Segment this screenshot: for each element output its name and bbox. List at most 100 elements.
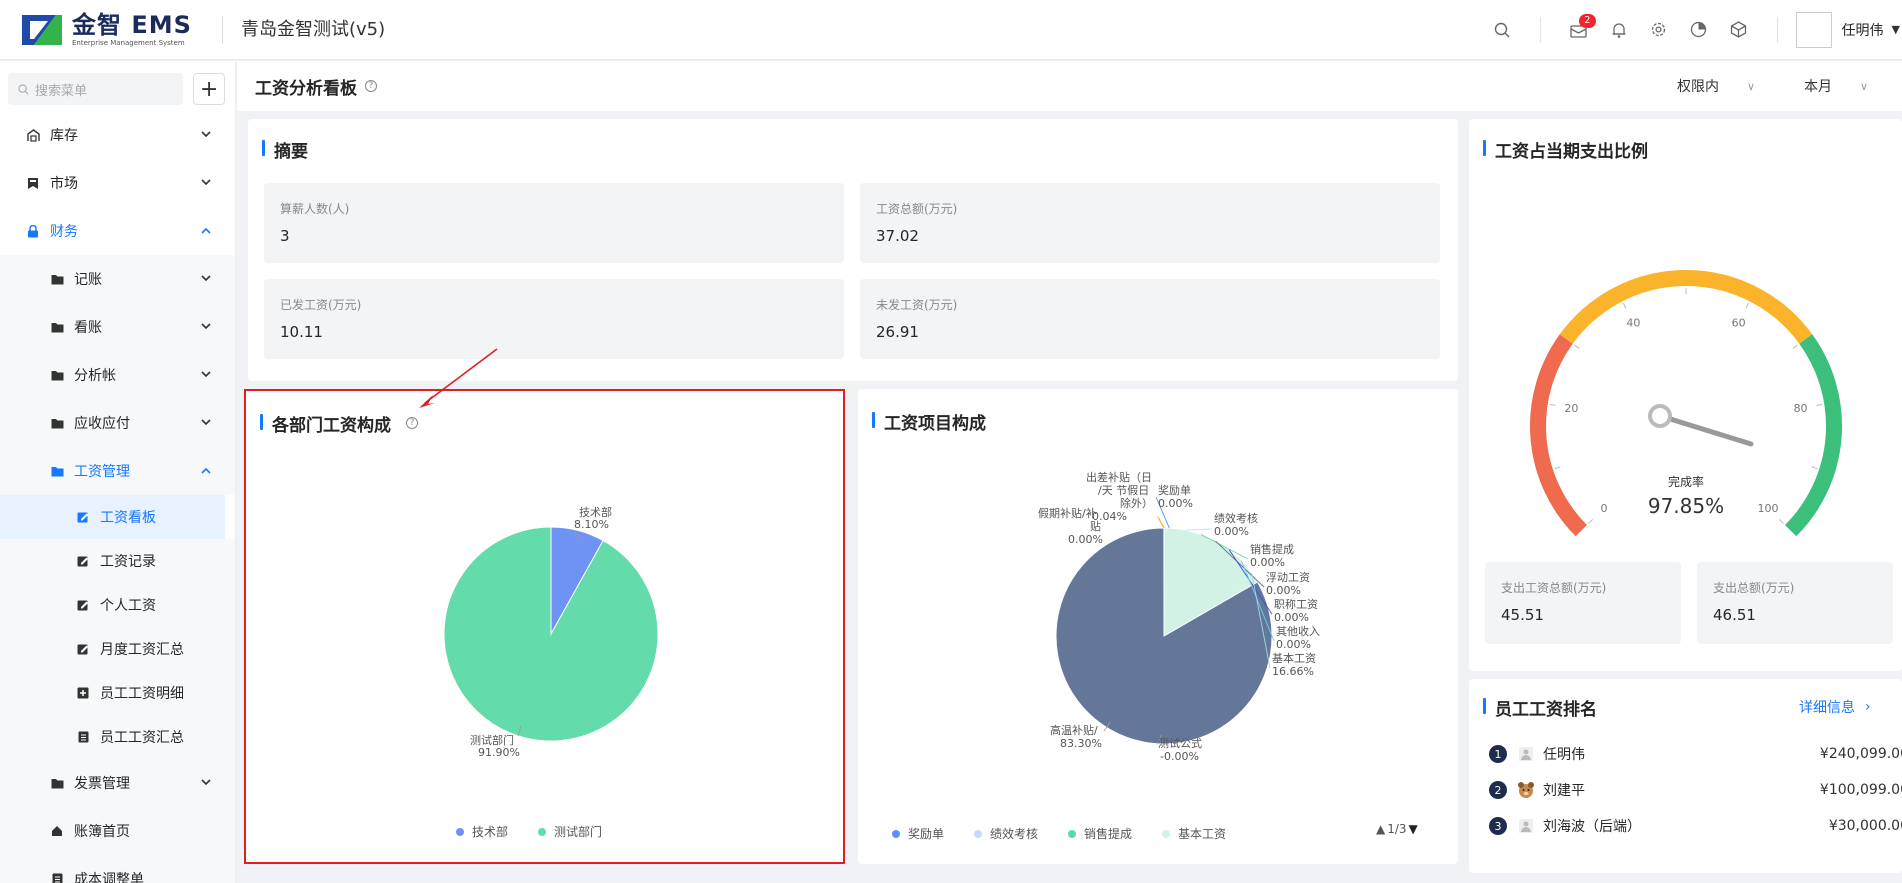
pie-label: 职称工资 [1274, 597, 1318, 611]
rank-row[interactable]: 2 刘建平 ¥100,099.00 [1489, 777, 1902, 803]
stat-paid: 已发工资(万元) 10.11 [264, 279, 844, 359]
stat-label: 支出总额(万元) [1713, 581, 1795, 595]
add-menu-button[interactable]: + [193, 73, 225, 105]
sidebar-item[interactable]: 市场 [0, 159, 235, 207]
salary-ranking-card: 员工工资排名 详细信息 › 1 任明伟 ¥240,099.00 2 刘建平 ¥1… [1469, 679, 1902, 873]
scope-select[interactable]: 权限内 ∨ [1677, 76, 1755, 96]
pie-leader-line [1185, 528, 1213, 531]
user-avatar-icon [1517, 781, 1535, 799]
gauge-tick [1816, 403, 1823, 406]
sidebar-item[interactable]: 分析帐 [0, 351, 235, 399]
edit-icon [76, 510, 90, 524]
gauge-value: 97.85% [1648, 494, 1724, 518]
sidebar-item[interactable]: 发票管理 [0, 759, 235, 807]
bell-icon[interactable] [1599, 10, 1639, 50]
gear-icon[interactable] [1639, 10, 1679, 50]
annotation-arrow [419, 348, 498, 408]
home-icon [50, 824, 64, 838]
sidebar-item[interactable]: 看账 [0, 303, 235, 351]
sidebar-item-label: 市场 [50, 176, 78, 192]
expense-ratio-card: 工资占当期支出比例 0 20 40 60 80 100 完成率 97.85% 支出工资总额… [1469, 119, 1902, 671]
gauge-needle [1664, 415, 1754, 447]
folder-icon [50, 416, 64, 430]
sidebar-item[interactable]: 财务 [0, 207, 235, 255]
user-name[interactable]: 任明伟 [1842, 20, 1884, 40]
legend-item[interactable]: 基本工资 [1162, 825, 1226, 842]
edit-icon [76, 642, 90, 656]
sidebar-item[interactable]: 工资记录 [0, 539, 235, 583]
pager-prev-icon[interactable]: ▲ [1376, 822, 1385, 836]
detail-link[interactable]: 详细信息 › [1799, 697, 1871, 717]
sidebar-item-label: 成本调整单 [74, 872, 144, 883]
pie-chart-icon[interactable] [1679, 10, 1719, 50]
pie-label-pct: -0.00% [1160, 750, 1199, 763]
sidebar-item-label: 工资管理 [74, 464, 130, 480]
chevron-down-icon [201, 370, 211, 381]
gauge-tick-label: 40 [1626, 317, 1640, 330]
pie-label-pct: 0.00% [1068, 533, 1103, 546]
page-header: 工资分析看板 ? 权限内 ∨ 本月 ∨ [237, 61, 1902, 111]
gauge-band-low [1530, 334, 1588, 537]
pie-label-pct: 0.00% [1214, 525, 1249, 538]
user-avatar[interactable] [1795, 11, 1832, 48]
caret-down-icon[interactable]: ▼ [1892, 23, 1900, 36]
period-select[interactable]: 本月 ∨ [1804, 76, 1868, 96]
gauge-band-mid [1559, 270, 1813, 344]
top-header: 金智 EMS Enterprise Management System 青岛金智… [0, 0, 1902, 60]
gauge-tick [1588, 518, 1594, 524]
rank-row[interactable]: 3 刘海波（后端） ¥30,000.00 [1489, 813, 1902, 839]
sidebar-item-label: 月度工资汇总 [100, 642, 184, 658]
sidebar-item[interactable]: 个人工资 [0, 583, 235, 627]
menu-search-input[interactable]: 搜索菜单 [8, 73, 184, 105]
sidebar-item-label: 员工工资明细 [100, 686, 184, 702]
sidebar-item[interactable]: 工资看板 [0, 495, 225, 539]
lock-icon [26, 224, 40, 238]
ranking-title: 员工工资排名 [1483, 695, 1597, 720]
rank-row[interactable]: 1 任明伟 ¥240,099.00 [1489, 741, 1902, 767]
sidebar-item[interactable]: 员工工资明细 [0, 671, 235, 715]
search-icon [18, 83, 29, 94]
stat-value: 37.02 [876, 227, 919, 245]
gauge-chart: 0 20 40 60 80 100 完成率 97.85% [1530, 270, 1842, 537]
sidebar-item[interactable]: 应收应付 [0, 399, 235, 447]
logo[interactable]: 金智 EMS Enterprise Management System [0, 12, 204, 47]
period-select-value: 本月 [1804, 79, 1832, 95]
search-icon[interactable] [1482, 10, 1522, 50]
logo-subtitle: Enterprise Management System [72, 38, 185, 47]
rank-name: 刘建平 [1543, 783, 1585, 799]
sidebar-item-label: 应收应付 [74, 416, 130, 432]
legend-dot [538, 827, 547, 836]
help-icon[interactable]: ? [365, 80, 377, 92]
mail-badge: 2 [1579, 13, 1596, 28]
pie-label-pct: 0.00% [1266, 584, 1301, 597]
sidebar-item[interactable]: 库存 [0, 111, 235, 159]
page-title: 工资分析看板 [255, 78, 357, 99]
salary-items-card: 工资项目构成 出差补贴（日 /天 节假日 除外） 0.04% 奖励单 0.00%… [858, 389, 1458, 864]
folder-icon [50, 464, 64, 478]
doc-icon [50, 872, 64, 883]
sidebar-item[interactable]: 记账 [0, 255, 235, 303]
legend-item[interactable]: 奖励单 [892, 825, 944, 842]
cube-icon[interactable] [1719, 10, 1759, 50]
user-avatar-icon [1517, 745, 1535, 763]
legend-label: 测试部门 [554, 825, 603, 839]
sidebar-item[interactable]: 工资管理 [0, 447, 235, 495]
legend-label: 基本工资 [1178, 827, 1227, 841]
menu-search-placeholder: 搜索菜单 [35, 83, 88, 99]
gauge-tick [1811, 466, 1818, 470]
pie-label-pct: 0.00% [1276, 638, 1311, 651]
gauge-tick [1554, 466, 1561, 470]
legend-item[interactable]: 技术部 [456, 823, 508, 840]
folder-icon [50, 320, 64, 334]
legend-dot [1162, 829, 1171, 838]
sidebar-item[interactable]: 月度工资汇总 [0, 627, 235, 671]
legend-item[interactable]: 绩效考核 [974, 825, 1038, 842]
sidebar-item[interactable]: 员工工资汇总 [0, 715, 235, 759]
legend-item[interactable]: 测试部门 [538, 823, 602, 840]
legend-item[interactable]: 销售提成 [1068, 825, 1132, 842]
chevron-up-icon [201, 466, 211, 477]
mail-icon[interactable]: 2 [1559, 10, 1599, 50]
sidebar-item[interactable]: 成本调整单 [0, 855, 235, 883]
pager-next-icon[interactable]: ▼ [1409, 822, 1418, 836]
sidebar-item[interactable]: 账簿首页 [0, 807, 235, 855]
